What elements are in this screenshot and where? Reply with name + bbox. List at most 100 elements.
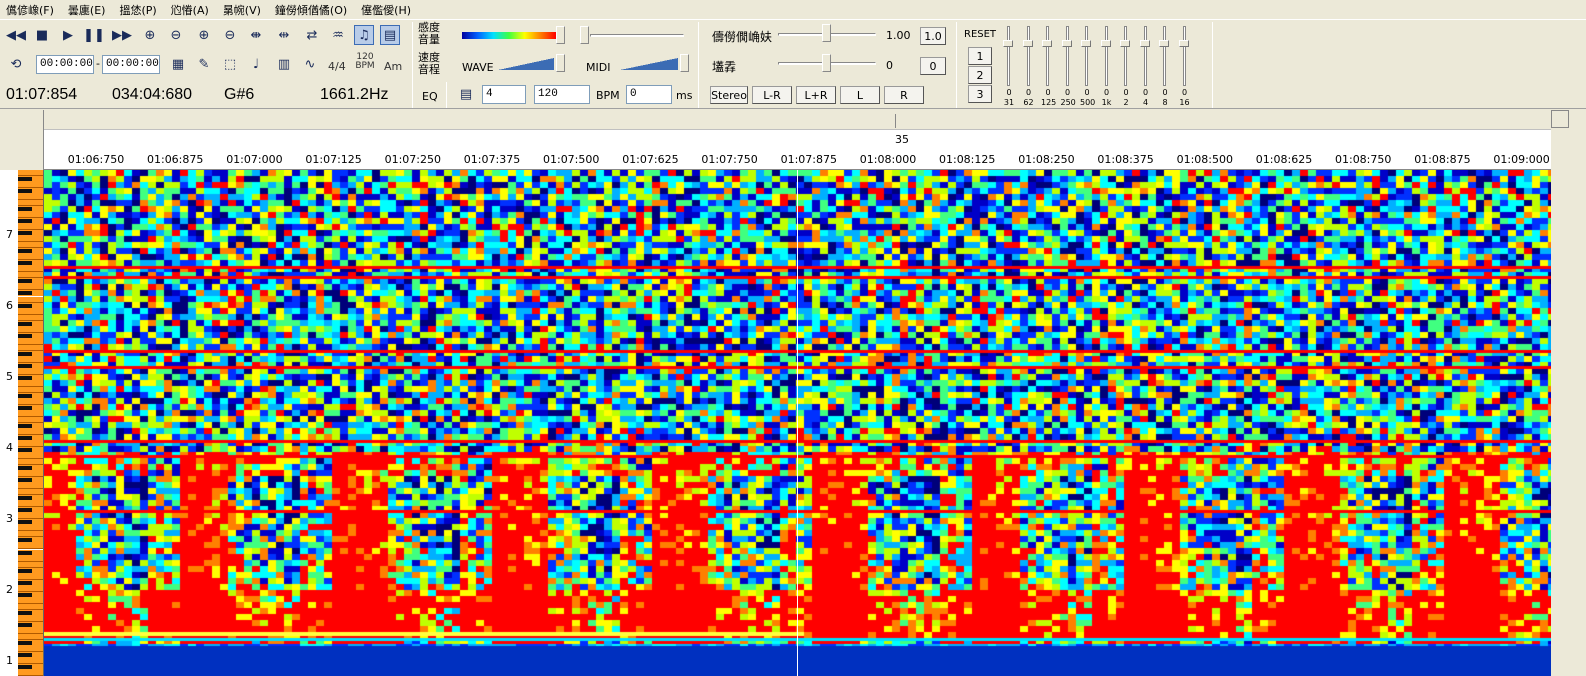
- curve-icon[interactable]: ∿: [300, 54, 320, 74]
- eq-slider-31[interactable]: [1003, 40, 1013, 47]
- piano-black-key[interactable]: [18, 249, 32, 254]
- piano-black-key[interactable]: [18, 640, 32, 645]
- piano-black-key[interactable]: [18, 610, 32, 615]
- eq-label[interactable]: EQ: [422, 90, 438, 103]
- piano-keyboard[interactable]: 7 6 5 4 3 2 1: [0, 170, 44, 676]
- eq-slider-4[interactable]: [1139, 40, 1150, 47]
- menu-item-2[interactable]: 搵恷(P): [119, 2, 156, 18]
- wave-view-icon[interactable]: ♒: [328, 25, 348, 45]
- loop-icon[interactable]: ⟲: [6, 54, 26, 74]
- piano-black-key[interactable]: [18, 478, 32, 483]
- eq-preset-1-button[interactable]: 1: [968, 47, 992, 65]
- eq-slider-125[interactable]: [1042, 40, 1052, 47]
- beats-input[interactable]: 4: [482, 85, 526, 104]
- play-icon[interactable]: ▶: [58, 25, 78, 45]
- piano-black-key[interactable]: [18, 466, 32, 471]
- swap-icon[interactable]: ⇄: [302, 25, 322, 45]
- eq-preset-3-button[interactable]: 3: [968, 85, 992, 103]
- eq-slider-16[interactable]: [1178, 40, 1189, 47]
- piano-black-key[interactable]: [18, 424, 32, 429]
- menu-item-4[interactable]: 晜帵(V): [223, 2, 261, 18]
- piano-black-key[interactable]: [18, 189, 32, 194]
- piano-black-key[interactable]: [18, 375, 32, 380]
- piano-black-key[interactable]: [18, 436, 32, 441]
- piano-black-key[interactable]: [18, 592, 32, 597]
- vertical-scrollbar[interactable]: [1551, 110, 1586, 676]
- note-icon[interactable]: ♩: [246, 54, 266, 74]
- piano-black-key[interactable]: [18, 303, 32, 308]
- pencil-icon[interactable]: ✎: [194, 54, 214, 74]
- bpm-icon[interactable]: 120 BPM: [354, 53, 376, 71]
- bpm-input[interactable]: 120: [534, 85, 590, 104]
- compress-icon[interactable]: ⇹: [274, 25, 294, 45]
- piano-black-key[interactable]: [18, 580, 32, 585]
- color-scale-thumb[interactable]: [556, 26, 565, 44]
- expand-icon[interactable]: ⇼: [246, 25, 266, 45]
- speed-reset-button[interactable]: 1.0: [920, 27, 946, 45]
- piano-black-key[interactable]: [18, 568, 32, 573]
- piano-black-key[interactable]: [18, 219, 32, 224]
- latency-input[interactable]: 0: [626, 85, 672, 104]
- eq-preset-2-button[interactable]: 2: [968, 66, 992, 84]
- piano-black-key[interactable]: [18, 363, 32, 368]
- pitch-slider-thumb[interactable]: [822, 54, 831, 72]
- piano-black-key[interactable]: [18, 279, 32, 284]
- l-plus-r-button[interactable]: L+R: [796, 86, 836, 104]
- menu-item-5[interactable]: 鐘僗傾偤僪(O): [275, 2, 347, 18]
- book-view-icon[interactable]: ▤: [380, 25, 400, 45]
- piano-black-key[interactable]: [18, 177, 32, 182]
- piano-black-key[interactable]: [18, 538, 32, 543]
- speed-slider-thumb[interactable]: [822, 24, 831, 42]
- piano-black-key[interactable]: [18, 291, 32, 296]
- pause-icon[interactable]: ❚❚: [83, 25, 105, 45]
- piano-black-key[interactable]: [18, 622, 32, 627]
- rewind-icon[interactable]: ◀◀: [6, 25, 26, 45]
- menu-item-0[interactable]: 儰偐嶑(F): [6, 2, 54, 18]
- piano-key[interactable]: [18, 669, 43, 676]
- piano-black-key[interactable]: [18, 333, 32, 338]
- zoom-out-horizontal-icon[interactable]: ⊖: [166, 25, 186, 45]
- eq-slider-250[interactable]: [1061, 40, 1072, 47]
- piano-black-key[interactable]: [18, 448, 32, 453]
- time-signature-label[interactable]: 4/4: [328, 60, 346, 73]
- piano-black-key[interactable]: [18, 207, 32, 212]
- loop-end-field[interactable]: 00:00:000: [102, 55, 160, 74]
- spectrogram-view[interactable]: [44, 170, 1551, 676]
- menu-item-1[interactable]: 曇廤(E): [68, 2, 106, 18]
- piano-black-key[interactable]: [18, 550, 32, 555]
- menu-item-3[interactable]: 尦慻(A): [171, 2, 209, 18]
- piano-black-key[interactable]: [18, 261, 32, 266]
- piano-black-key[interactable]: [18, 508, 32, 513]
- zoom-in-vertical-icon[interactable]: ⊕: [194, 25, 214, 45]
- menu-item-6[interactable]: 僿儖僾(H): [361, 2, 411, 18]
- scroll-up-button[interactable]: [1551, 110, 1569, 128]
- loop-start-field[interactable]: 00:00:000: [36, 55, 94, 74]
- volume-thumb[interactable]: [580, 26, 589, 44]
- fast-forward-icon[interactable]: ▶▶: [112, 25, 132, 45]
- piano-black-key[interactable]: [18, 496, 32, 501]
- eq-slider-62[interactable]: [1022, 40, 1033, 47]
- left-channel-button[interactable]: L: [840, 86, 880, 104]
- piano-black-key[interactable]: [18, 393, 32, 398]
- eq-reset-button[interactable]: RESET: [964, 29, 996, 40]
- spectrum-view-icon[interactable]: ♫: [354, 25, 374, 45]
- chord-icon[interactable]: Am: [384, 60, 402, 73]
- eq-slider-2[interactable]: [1120, 40, 1130, 47]
- pitch-reset-button[interactable]: 0: [920, 57, 946, 75]
- piano-black-key[interactable]: [18, 405, 32, 410]
- piano-black-key[interactable]: [18, 664, 32, 669]
- right-channel-button[interactable]: R: [884, 86, 924, 104]
- table-icon[interactable]: ▥: [274, 54, 294, 74]
- wave-volume-thumb[interactable]: [556, 54, 565, 72]
- eq-slider-8[interactable]: [1159, 40, 1169, 47]
- piano-black-key[interactable]: [18, 351, 32, 356]
- piano-black-key[interactable]: [18, 231, 32, 236]
- midi-volume-thumb[interactable]: [680, 54, 689, 72]
- zoom-out-vertical-icon[interactable]: ⊖: [220, 25, 240, 45]
- select-icon[interactable]: ⬚: [220, 54, 240, 74]
- stereo-button[interactable]: Stereo: [710, 86, 748, 104]
- stop-icon[interactable]: ■: [32, 25, 52, 45]
- zoom-in-horizontal-icon[interactable]: ⊕: [140, 25, 160, 45]
- grid-icon[interactable]: ▦: [168, 54, 188, 74]
- l-minus-r-button[interactable]: L-R: [752, 86, 792, 104]
